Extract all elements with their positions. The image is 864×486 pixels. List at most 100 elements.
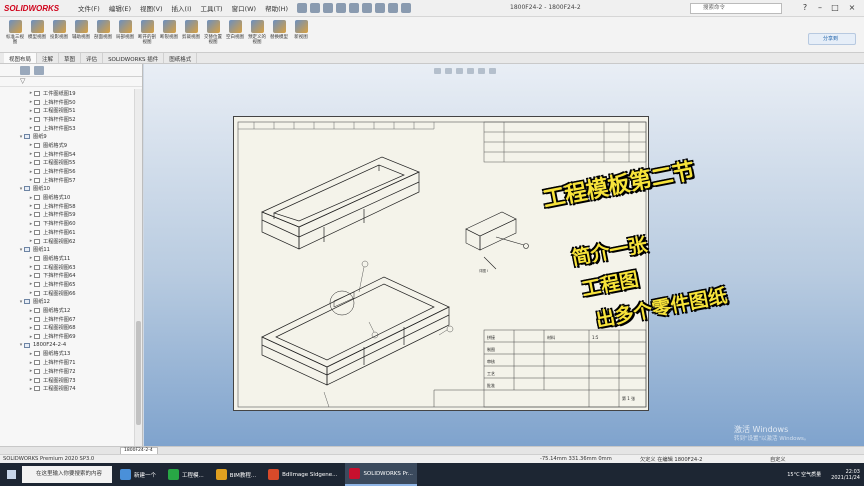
tree-scrollbar[interactable] [134,89,142,451]
tree-view-node[interactable]: ▸ 工件图纸图19 [0,89,133,98]
tree-view-node[interactable]: ▸ 上挡杆件图57 [0,176,133,185]
tab-sheet-format[interactable]: 图纸格式 [164,53,198,63]
ribbon-standard-3-views[interactable]: 标准三视图 [4,17,26,52]
help-icon[interactable]: ? [800,3,810,13]
clock[interactable]: 22:03 2021/11/24 [831,469,860,481]
tree-view-node[interactable]: ▸ 上挡杆件图72 [0,367,133,376]
new-document-icon[interactable] [310,3,321,13]
tree-view-node[interactable]: ▸ 图纸格式9 [0,141,133,150]
taskbar-app-2[interactable]: BIM教程... [212,463,260,486]
tree-sheet-node[interactable]: ▾ 图纸12 [0,298,133,307]
taskbar-app-4[interactable]: SOLIDWORKS Pr... [345,463,417,486]
ribbon-projected-view[interactable]: 投影视图 [48,17,70,52]
tab-addins[interactable]: SOLIDWORKS 插件 [103,53,165,63]
tree-view-node[interactable]: ▸ 下挡杆件图64 [0,271,133,280]
status-units[interactable]: 自定义 [770,456,786,463]
hide-show-icon[interactable] [489,68,496,74]
ribbon-replace-model[interactable]: 替换模型 [268,17,290,52]
scroll-thumb[interactable] [136,321,141,425]
taskbar-search-box[interactable]: 在这里输入你要搜索的内容 [22,466,112,483]
tree-view-node[interactable]: ▸ 工程图视图63 [0,263,133,272]
share-button[interactable]: 分享到 [808,33,856,45]
tree-view-node[interactable]: ▸ 图纸格式10 [0,193,133,202]
filter-icon[interactable]: ▽ [20,77,25,85]
menu-insert[interactable]: 插入(I) [172,3,192,13]
select-icon[interactable] [375,3,386,13]
property-manager-tab-icon[interactable] [34,65,44,75]
tree-view-node[interactable]: ▸ 工程图视图66 [0,289,133,298]
tree-view-node[interactable]: ▸ 上挡杆件图50 [0,98,133,107]
menu-file[interactable]: 文件(F) [78,3,100,13]
solidworks-logo[interactable]: SOLIDWORKS [0,4,78,13]
tree-view-node[interactable]: ▸ 图纸格式11 [0,254,133,263]
tree-view-node[interactable]: ▸ 上挡杆件图65 [0,280,133,289]
tree-view-node[interactable]: ▸ 下挡杆件图52 [0,115,133,124]
save-icon[interactable] [336,3,347,13]
menu-window[interactable]: 窗口(W) [232,3,257,13]
maximize-icon[interactable]: □ [830,3,840,13]
tree-view-node[interactable]: ▸ 图纸格式13 [0,350,133,359]
ribbon-empty-view[interactable]: 空白视图 [224,17,246,52]
zoom-to-fit-icon[interactable] [434,68,441,74]
ribbon-auxiliary-view[interactable]: 辅助视图 [70,17,92,52]
tree-sheet-node[interactable]: ▾ 图纸9 [0,132,133,141]
tree-view-node[interactable]: ▸ 上挡杆件图54 [0,150,133,159]
ribbon-section-view[interactable]: 剖面视图 [92,17,114,52]
taskbar-app-0[interactable]: 新建一个 [116,463,160,486]
tree-view-node[interactable]: ▸ 上挡杆件图56 [0,167,133,176]
tree-view-node[interactable]: ▸ 工程图视图68 [0,324,133,333]
ribbon-model-view[interactable]: 模型视图 [26,17,48,52]
print-icon[interactable] [349,3,360,13]
tab-sketch[interactable]: 草图 [59,53,82,63]
tree-view-node[interactable]: ▸ 上挡杆件图69 [0,332,133,341]
tab-annotation[interactable]: 注解 [37,53,60,63]
tree-view-node[interactable]: ▸ 上挡杆件图71 [0,358,133,367]
ribbon-alternate-position[interactable]: 交替位置视图 [202,17,224,52]
close-icon[interactable]: × [847,3,857,13]
menu-help[interactable]: 帮助(H) [265,3,288,13]
tree-view-node[interactable]: ▸ 上挡杆件图58 [0,202,133,211]
tree-sheet-node[interactable]: ▾ 1800F24-2-4 [0,341,133,350]
open-icon[interactable] [323,3,334,13]
tree-view-node[interactable]: ▸ 上挡杆件图53 [0,124,133,133]
section-view-toggle-icon[interactable] [467,68,474,74]
ribbon-detail-view[interactable]: 局部视图 [114,17,136,52]
tree-view-node[interactable]: ▸ 下挡杆件图60 [0,219,133,228]
menu-edit[interactable]: 编辑(E) [109,3,131,13]
display-style-icon[interactable] [478,68,485,74]
ribbon-crop-view[interactable]: 剪裁视图 [180,17,202,52]
menu-view[interactable]: 视图(V) [140,3,163,13]
tree-view-node[interactable]: ▸ 工程图视图74 [0,384,133,393]
ribbon-new-view[interactable]: 新视图 [290,17,312,52]
tree-view-node[interactable]: ▸ 图纸格式12 [0,306,133,315]
ribbon-predefined-view[interactable]: 预定义的视图 [246,17,268,52]
zoom-area-icon[interactable] [445,68,452,74]
tree-sheet-node[interactable]: ▾ 图纸11 [0,245,133,254]
minimize-icon[interactable]: – [815,3,825,13]
rebuild-icon[interactable] [388,3,399,13]
tree-view-node[interactable]: ▸ 工程图视图51 [0,106,133,115]
tree-view-node[interactable]: ▸ 工程图视图55 [0,159,133,168]
tab-evaluate[interactable]: 评估 [81,53,104,63]
graphics-area[interactable]: 详图 I 拼接 制图 审核 工艺 批准 材料 1:5 第 1 张 激活 Wind… [144,64,864,446]
tree-view-node[interactable]: ▸ 工程图视图73 [0,376,133,385]
tree-view-node[interactable]: ▸ 上挡杆件图61 [0,228,133,237]
tree-view-node[interactable]: ▸ 上挡杆件图59 [0,211,133,220]
tree-sheet-node[interactable]: ▾ 图纸10 [0,185,133,194]
ribbon-break-view[interactable]: 断裂视图 [158,17,180,52]
tree-view-node[interactable]: ▸ 上挡杆件图67 [0,315,133,324]
tab-view-layout[interactable]: 视图布局 [4,53,38,63]
search-commands-input[interactable]: 搜索命令 [690,3,782,14]
undo-icon[interactable] [362,3,373,13]
ribbon-broken-out-section[interactable]: 断开的剖视图 [136,17,158,52]
tree-view-node[interactable]: ▸ 工程图视图62 [0,237,133,246]
taskbar-app-1[interactable]: 工程模... [164,463,208,486]
taskbar-app-3[interactable]: BdlImage Sldgene... [264,463,341,486]
home-icon[interactable] [297,3,308,13]
start-button[interactable] [0,463,22,486]
feature-tree-tab-icon[interactable] [20,65,30,75]
weather-widget[interactable]: 15°C 空气质量 [787,472,821,478]
previous-view-icon[interactable] [456,68,463,74]
options-icon[interactable] [401,3,412,13]
menu-tools[interactable]: 工具(T) [201,3,223,13]
